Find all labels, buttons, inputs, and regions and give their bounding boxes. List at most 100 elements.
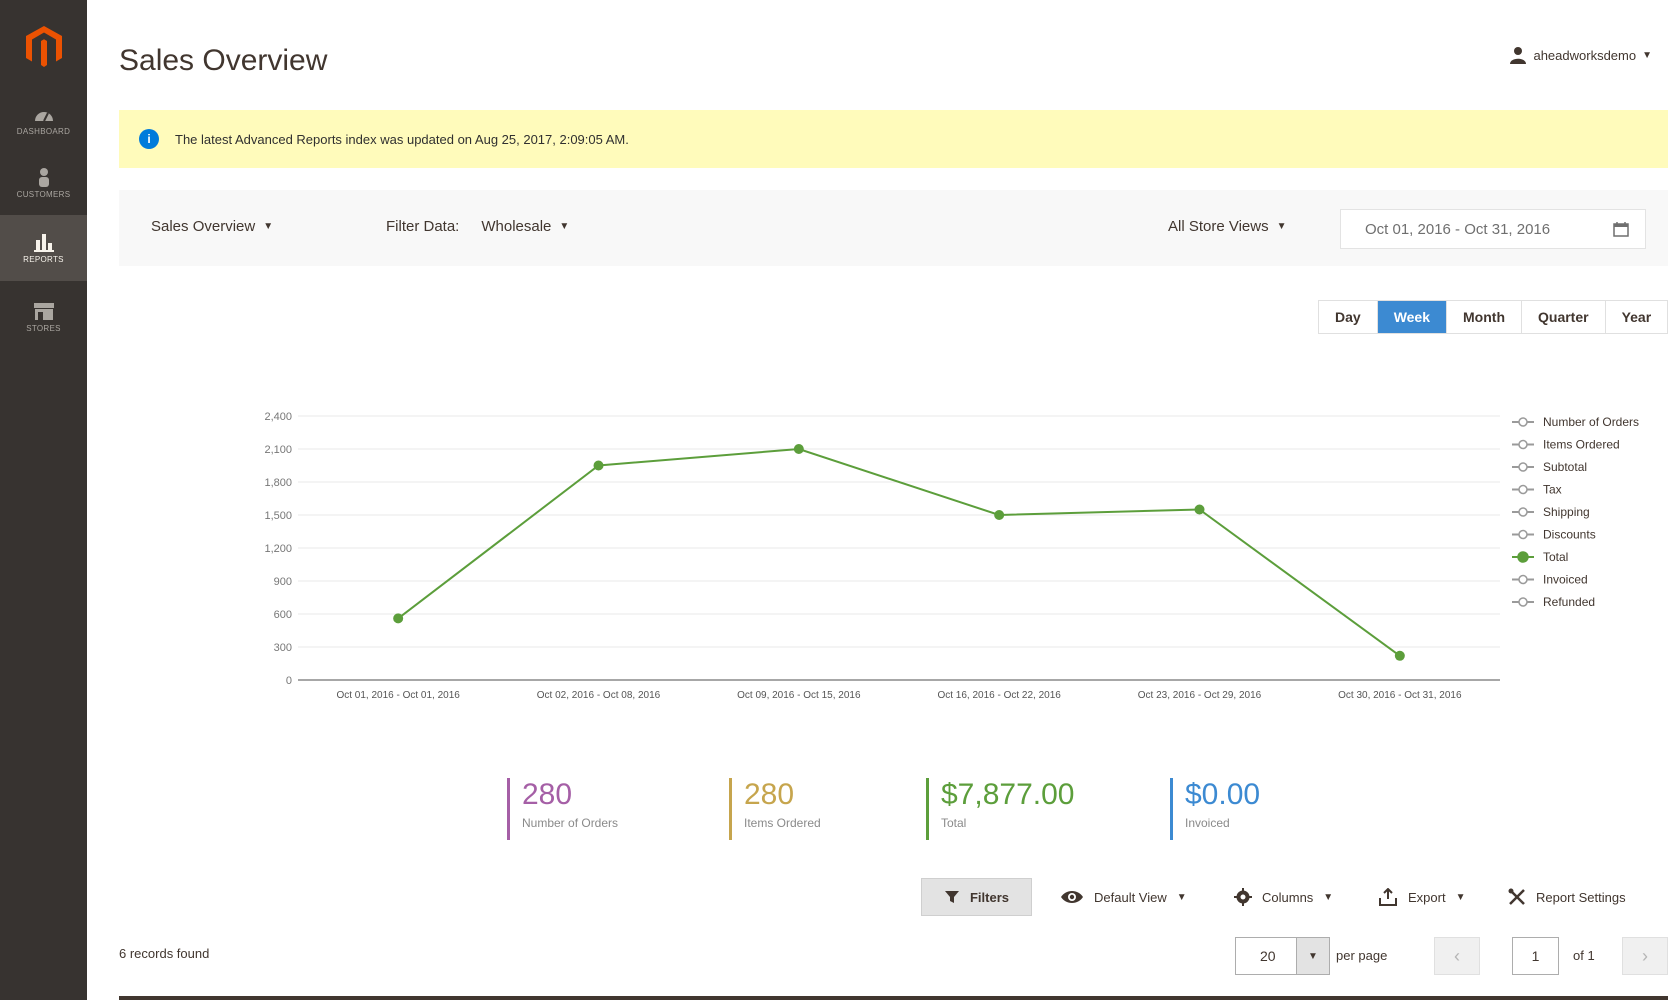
notice-text: The latest Advanced Reports index was up… <box>175 131 629 147</box>
total-number-of-orders: 280 Number of Orders <box>507 778 618 840</box>
dashboard-icon <box>34 112 53 122</box>
chevron-down-icon: ▼ <box>1323 891 1334 903</box>
eye-icon <box>1061 891 1083 903</box>
chart-x-tick-label: Oct 01, 2016 - Oct 01, 2016 <box>336 690 460 701</box>
chart-y-tick-label: 900 <box>274 576 292 588</box>
legend-marker-icon <box>1518 462 1528 472</box>
tab-month[interactable]: Month <box>1447 301 1522 333</box>
calendar-icon[interactable] <box>1613 221 1629 237</box>
legend-item-label: Tax <box>1543 483 1562 497</box>
chart-x-tick-label: Oct 30, 2016 - Oct 31, 2016 <box>1338 690 1462 701</box>
total-total: $7,877.00 Total <box>926 778 1074 840</box>
legend-item-label: Shipping <box>1543 505 1590 519</box>
chart-data-point <box>593 460 604 471</box>
filters-button[interactable]: Filters <box>921 878 1032 916</box>
user-name: aheadworksdemo <box>1533 47 1637 63</box>
view-switcher-label: Default View <box>1094 889 1167 905</box>
next-page-button[interactable]: › <box>1622 937 1668 975</box>
chart-x-tick-label: Oct 02, 2016 - Oct 08, 2016 <box>537 690 661 701</box>
sidebar-item-label: Dashboard <box>16 127 71 136</box>
filter-data-label: Filter Data: <box>386 218 460 235</box>
legend-marker-icon <box>1518 507 1528 517</box>
sidebar-item-label: Stores <box>26 324 61 333</box>
chart-x-tick-label: Oct 09, 2016 - Oct 15, 2016 <box>737 690 861 701</box>
view-switcher[interactable]: Default View ▼ <box>1060 878 1187 916</box>
legend-marker-icon <box>1517 551 1529 563</box>
grid-toolbar: Filters Default View ▼ Columns ▼ Export … <box>0 878 1668 918</box>
per-page-value: 20 <box>1260 948 1276 964</box>
export-icon <box>1379 888 1397 906</box>
legend-item-label: Subtotal <box>1543 460 1587 474</box>
per-page-select[interactable]: 20 ▼ <box>1235 937 1330 975</box>
columns-button[interactable]: Columns ▼ <box>1234 878 1333 916</box>
chart-y-tick-label: 2,100 <box>264 444 292 456</box>
chart-y-tick-label: 600 <box>274 609 292 621</box>
sidebar-item-dashboard[interactable]: Dashboard <box>0 88 87 154</box>
totals-summary: 280 Number of Orders 280 Items Ordered $… <box>0 778 1668 842</box>
sidebar-item-label: Customers <box>16 190 71 199</box>
legend-item-label: Invoiced <box>1543 573 1588 587</box>
per-page-label: per page <box>1336 948 1388 963</box>
chart-series-line <box>397 447 1401 657</box>
chart-y-tick-label: 1,200 <box>264 543 292 555</box>
chevron-down-icon: ▼ <box>263 221 274 232</box>
report-switcher-label: Sales Overview <box>151 218 256 235</box>
index-update-notice: i The latest Advanced Reports index was … <box>119 110 1668 168</box>
tab-quarter[interactable]: Quarter <box>1522 301 1606 333</box>
chart-y-tick-label: 1,500 <box>264 510 292 522</box>
magento-logo-icon[interactable] <box>0 12 87 82</box>
tab-day[interactable]: Day <box>1319 301 1378 333</box>
chevron-down-icon[interactable]: ▼ <box>559 221 569 232</box>
date-range-picker[interactable]: Oct 01, 2016 - Oct 31, 2016 <box>1340 209 1646 249</box>
chevron-down-icon: ▼ <box>1276 221 1287 232</box>
report-settings-label: Report Settings <box>1536 889 1626 905</box>
chevron-down-icon: ▼ <box>1642 49 1652 61</box>
total-value: 280 <box>522 778 573 811</box>
date-range-value: Oct 01, 2016 - Oct 31, 2016 <box>1365 220 1551 238</box>
report-filter-bar: Sales Overview ▼ Filter Data: Wholesale … <box>119 190 1668 266</box>
total-invoiced: $0.00 Invoiced <box>1170 778 1260 840</box>
chevron-down-icon: ▼ <box>1455 891 1466 903</box>
total-value: 280 <box>744 778 795 811</box>
stores-icon <box>33 303 54 320</box>
legend-item-label: Items Ordered <box>1543 438 1620 452</box>
total-label: Invoiced <box>1185 816 1230 830</box>
customers-icon <box>38 168 49 187</box>
filter-data-value[interactable]: Wholesale <box>481 218 551 235</box>
filter-data: Filter Data: Wholesale ▼ <box>386 218 569 235</box>
sidebar-item-label: Reports <box>23 255 64 264</box>
chevron-down-icon[interactable]: ▼ <box>1296 938 1329 974</box>
total-value: $7,877.00 <box>941 778 1075 811</box>
page-number-input[interactable]: 1 <box>1512 937 1559 975</box>
total-label: Number of Orders <box>522 816 619 830</box>
tools-icon <box>1508 888 1525 905</box>
chart-y-tick-label: 1,800 <box>264 477 292 489</box>
store-view-label: All Store Views <box>1168 218 1269 235</box>
legend-item-label: Discounts <box>1543 528 1596 542</box>
sidebar-item-customers[interactable]: Customers <box>0 150 87 216</box>
legend-marker-icon <box>1518 417 1528 427</box>
chart-y-tick-label: 300 <box>274 642 292 654</box>
legend-marker-icon <box>1518 484 1528 495</box>
user-account-menu[interactable]: aheadworksdemo ▼ <box>1509 46 1652 64</box>
tab-week[interactable]: Week <box>1377 301 1448 333</box>
sidebar-item-reports[interactable]: Reports <box>0 215 87 281</box>
legend-marker-icon <box>1518 597 1528 607</box>
report-switcher[interactable]: Sales Overview ▼ <box>151 218 273 235</box>
tab-year[interactable]: Year <box>1605 301 1668 333</box>
legend-marker-icon <box>1518 574 1528 585</box>
chart-x-tick-label: Oct 16, 2016 - Oct 22, 2016 <box>937 690 1061 701</box>
total-value: $0.00 <box>1185 778 1261 811</box>
page-title: Sales Overview <box>119 44 328 77</box>
records-found: 6 records found <box>119 946 210 961</box>
export-button[interactable]: Export ▼ <box>1378 878 1465 916</box>
report-settings-button[interactable]: Report Settings <box>1508 878 1626 916</box>
previous-page-button[interactable]: ‹ <box>1434 937 1480 975</box>
sidebar-item-stores[interactable]: Stores <box>0 284 87 350</box>
legend-item-label: Total <box>1543 550 1568 564</box>
columns-button-label: Columns <box>1262 889 1314 905</box>
store-view-switcher[interactable]: All Store Views ▼ <box>1168 218 1287 235</box>
info-icon: i <box>139 129 159 149</box>
sales-chart: 0 300 600 900 1,200 1,500 1,800 2,100 2,400 Oct 0… <box>264 411 1639 701</box>
filter-icon <box>944 891 959 903</box>
